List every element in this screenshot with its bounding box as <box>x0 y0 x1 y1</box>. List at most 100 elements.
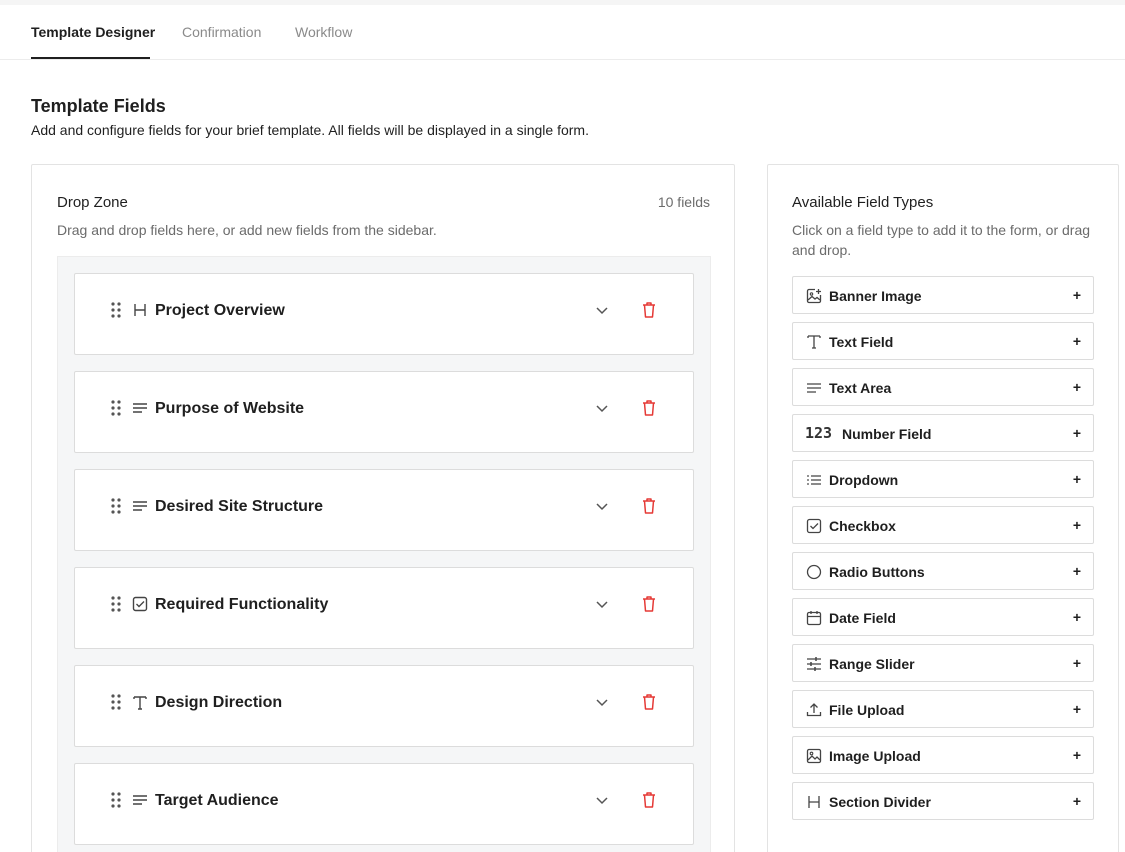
add-file-upload-button[interactable]: File Upload + <box>792 690 1094 728</box>
banner-image-icon <box>806 288 822 304</box>
chevron-down-icon[interactable] <box>594 596 610 612</box>
field-types-panel: Available Field Types Click on a field t… <box>767 164 1119 852</box>
field-count: 10 fields <box>657 194 710 210</box>
trash-icon[interactable] <box>641 497 657 515</box>
drag-handle-icon[interactable] <box>111 694 121 710</box>
type-label: Number Field <box>842 426 932 442</box>
type-label: Text Area <box>829 380 892 396</box>
text-field-icon <box>132 693 148 711</box>
type-label: Text Field <box>829 334 894 350</box>
type-label: Banner Image <box>829 288 922 304</box>
list-icon <box>806 472 822 488</box>
field-card[interactable]: Design Direction <box>74 665 694 747</box>
plus-icon: + <box>1072 701 1081 717</box>
tab-bar: Template Designer Confirmation Workflow <box>0 0 1125 60</box>
add-date-field-button[interactable]: Date Field + <box>792 598 1094 636</box>
text-area-icon <box>806 380 822 396</box>
trash-icon[interactable] <box>641 301 657 319</box>
plus-icon: + <box>1072 425 1081 441</box>
checkbox-icon <box>806 518 822 534</box>
type-label: Radio Buttons <box>829 564 925 580</box>
type-label: Dropdown <box>829 472 899 488</box>
field-types-description: Click on a field type to add it to the f… <box>792 222 1091 258</box>
plus-icon: + <box>1072 609 1081 625</box>
plus-icon: + <box>1072 379 1081 395</box>
type-label: File Upload <box>829 702 905 718</box>
tab-confirmation[interactable]: Confirmation <box>182 24 261 40</box>
field-card[interactable]: Project Overview <box>74 273 694 355</box>
plus-icon: + <box>1072 655 1081 671</box>
plus-icon: + <box>1072 747 1081 763</box>
drop-area[interactable]: Project Overview Purpose of Website Desi… <box>57 256 711 852</box>
add-radio-buttons-button[interactable]: Radio Buttons + <box>792 552 1094 590</box>
tab-workflow[interactable]: Workflow <box>295 24 352 40</box>
chevron-down-icon[interactable] <box>594 792 610 808</box>
add-dropdown-button[interactable]: Dropdown + <box>792 460 1094 498</box>
field-label: Project Overview <box>155 302 285 319</box>
drop-zone-title: Drop Zone <box>57 194 128 211</box>
plus-icon: + <box>1072 517 1081 533</box>
drag-handle-icon[interactable] <box>111 400 121 416</box>
active-tab-indicator <box>31 57 150 59</box>
type-label: Range Slider <box>829 656 915 672</box>
chevron-down-icon[interactable] <box>594 400 610 416</box>
field-label: Desired Site Structure <box>155 498 324 515</box>
drag-handle-icon[interactable] <box>111 498 121 514</box>
upload-icon <box>806 702 822 718</box>
drop-zone-description: Drag and drop fields here, or add new fi… <box>57 222 437 238</box>
type-label: Section Divider <box>829 794 931 810</box>
trash-icon[interactable] <box>641 595 657 613</box>
add-number-field-button[interactable]: 123 Number Field + <box>792 414 1094 452</box>
add-text-field-button[interactable]: Text Field + <box>792 322 1094 360</box>
radio-icon <box>806 564 822 580</box>
chevron-down-icon[interactable] <box>594 498 610 514</box>
drag-handle-icon[interactable] <box>111 302 121 318</box>
drag-handle-icon[interactable] <box>111 596 121 612</box>
sliders-icon <box>806 656 822 672</box>
add-banner-image-button[interactable]: Banner Image + <box>792 276 1094 314</box>
trash-icon[interactable] <box>641 399 657 417</box>
field-card[interactable]: Desired Site Structure <box>74 469 694 551</box>
add-range-slider-button[interactable]: Range Slider + <box>792 644 1094 682</box>
add-section-divider-button[interactable]: Section Divider + <box>792 782 1094 820</box>
calendar-icon <box>806 610 822 626</box>
number-icon: 123 <box>805 424 833 442</box>
checkbox-icon <box>132 595 148 613</box>
field-label: Design Direction <box>155 694 283 711</box>
plus-icon: + <box>1072 471 1081 487</box>
text-field-icon <box>806 334 822 350</box>
tab-template-designer[interactable]: Template Designer <box>31 24 155 40</box>
field-types-title: Available Field Types <box>792 194 934 211</box>
text-area-icon <box>132 791 148 809</box>
trash-icon[interactable] <box>641 693 657 711</box>
heading-icon <box>806 794 822 810</box>
plus-icon: + <box>1072 287 1081 303</box>
image-icon <box>806 748 822 764</box>
plus-icon: + <box>1072 793 1081 809</box>
type-label: Checkbox <box>829 518 896 534</box>
text-area-icon <box>132 497 148 515</box>
top-strip <box>0 0 1125 5</box>
field-card[interactable]: Purpose of Website <box>74 371 694 453</box>
type-label: Image Upload <box>829 748 921 764</box>
chevron-down-icon[interactable] <box>594 694 610 710</box>
field-label: Purpose of Website <box>155 400 305 417</box>
drag-handle-icon[interactable] <box>111 792 121 808</box>
page-title: Template Fields <box>31 96 166 116</box>
add-text-area-button[interactable]: Text Area + <box>792 368 1094 406</box>
field-label: Required Functionality <box>155 596 329 613</box>
add-checkbox-button[interactable]: Checkbox + <box>792 506 1094 544</box>
plus-icon: + <box>1072 563 1081 579</box>
trash-icon[interactable] <box>641 791 657 809</box>
text-area-icon <box>132 399 148 417</box>
chevron-down-icon[interactable] <box>594 302 610 318</box>
plus-icon: + <box>1072 333 1081 349</box>
field-card[interactable]: Required Functionality <box>74 567 694 649</box>
drop-zone-panel: Drop Zone 10 fields Drag and drop fields… <box>31 164 735 852</box>
type-label: Date Field <box>829 610 896 626</box>
field-card[interactable]: Target Audience <box>74 763 694 845</box>
add-image-upload-button[interactable]: Image Upload + <box>792 736 1094 774</box>
page-subtitle: Add and configure fields for your brief … <box>31 122 589 138</box>
field-label: Target Audience <box>155 792 279 809</box>
heading-icon <box>132 301 148 319</box>
